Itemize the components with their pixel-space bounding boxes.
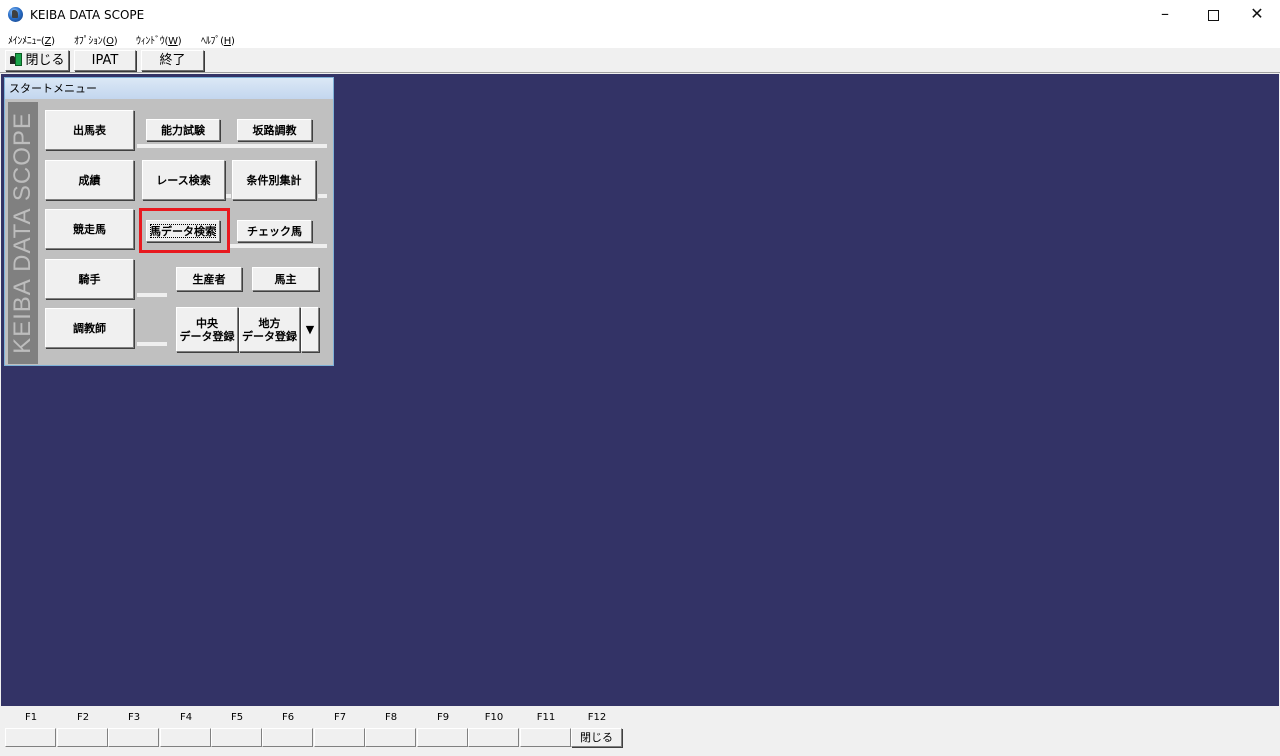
fkey-button[interactable] <box>262 728 313 747</box>
check-uma-button[interactable]: チェック馬 <box>237 220 312 242</box>
chiho-data-toroku-button[interactable]: 地方 データ登録 <box>239 307 300 352</box>
title-bar: KEIBA DATA SCOPE – ✕ <box>0 0 1280 30</box>
row-divider <box>230 244 327 248</box>
close-toolbar-button[interactable]: 閉じる <box>5 50 69 71</box>
menu-options-label: ｵﾌﾟｼｮﾝ( <box>74 36 107 47</box>
close-toolbar-label: 閉じる <box>25 53 65 68</box>
minimize-button[interactable]: – <box>1142 0 1188 30</box>
fkey-f6: F6 <box>262 706 314 756</box>
dropdown-arrow-button[interactable]: ▼ <box>301 307 319 352</box>
fkey-button[interactable] <box>57 728 108 747</box>
menu-help-paren: ) <box>230 36 235 47</box>
fkey-f10: F10 <box>468 706 520 756</box>
seiseki-button[interactable]: 成績 <box>45 160 134 200</box>
chiho-line1: 地方 <box>258 316 281 330</box>
row-divider <box>226 194 231 198</box>
menu-window[interactable]: ｳｨﾝﾄﾞｳ(W) <box>136 32 182 47</box>
fkey-f7: F7 <box>314 706 366 756</box>
function-key-bar: F1 F2 F3 F4 F5 F6 F7 F8 F9 F10 F11 F12 閉じ… <box>0 706 1280 756</box>
fkey-button[interactable] <box>314 728 365 747</box>
seisansha-button[interactable]: 生産者 <box>176 267 242 291</box>
ipat-button[interactable]: IPAT <box>74 50 136 71</box>
race-search-button[interactable]: レース検索 <box>142 160 225 200</box>
start-menu-title[interactable]: スタートメニュー <box>5 78 333 99</box>
row-divider <box>137 293 167 297</box>
kishu-button[interactable]: 騎手 <box>45 259 134 299</box>
fkey-label: F12 <box>587 712 607 723</box>
menu-options-paren: ) <box>113 36 118 47</box>
fkey-close-button[interactable]: 閉じる <box>571 728 622 747</box>
menu-main-label: ﾒｲﾝﾒﾆｭｰ( <box>8 36 45 47</box>
fkey-f9: F9 <box>417 706 469 756</box>
menu-main[interactable]: ﾒｲﾝﾒﾆｭｰ(Z) <box>8 32 55 47</box>
window-title: KEIBA DATA SCOPE <box>30 8 145 22</box>
fkey-button[interactable] <box>365 728 416 747</box>
menu-bar: ﾒｲﾝﾒﾆｭｰ(Z) ｵﾌﾟｼｮﾝ(O) ｳｨﾝﾄﾞｳ(W) ﾍﾙﾌﾟ(H) <box>0 30 1280 48</box>
exit-button[interactable]: 終了 <box>141 50 204 71</box>
chiho-line2: データ登録 <box>242 329 297 343</box>
maximize-button[interactable] <box>1190 0 1236 30</box>
row-divider <box>137 144 327 148</box>
fkey-f11: F11 <box>520 706 572 756</box>
fkey-f3: F3 <box>108 706 160 756</box>
app-logo-icon <box>8 7 23 22</box>
brand-vertical-text: KEIBA DATA SCOPE <box>9 112 36 354</box>
menu-window-accel: W <box>168 36 178 47</box>
banushi-button[interactable]: 馬主 <box>252 267 319 291</box>
menu-options[interactable]: ｵﾌﾟｼｮﾝ(O) <box>74 32 118 47</box>
fkey-f8: F8 <box>365 706 417 756</box>
fkey-button[interactable] <box>211 728 262 747</box>
fkey-button[interactable] <box>108 728 159 747</box>
chuo-data-toroku-button[interactable]: 中央 データ登録 <box>176 307 238 352</box>
fkey-button[interactable] <box>417 728 468 747</box>
hanro-chokyo-button[interactable]: 坂路調教 <box>237 119 312 141</box>
fkey-label: F1 <box>24 712 38 723</box>
fkey-button[interactable] <box>468 728 519 747</box>
menu-window-label: ｳｨﾝﾄﾞｳ( <box>136 36 169 47</box>
menu-main-paren: ) <box>51 36 55 47</box>
menu-window-paren: ) <box>177 36 182 47</box>
fkey-label: F4 <box>179 712 193 723</box>
exit-door-icon <box>9 53 23 66</box>
fkey-label: F7 <box>333 712 347 723</box>
menu-help-accel: H <box>223 36 232 47</box>
fkey-button[interactable] <box>5 728 56 747</box>
fkey-label: F8 <box>384 712 398 723</box>
fkey-button[interactable] <box>520 728 571 747</box>
fkey-button[interactable] <box>160 728 211 747</box>
kyosoba-button[interactable]: 競走馬 <box>45 209 134 249</box>
menu-help-label: ﾍﾙﾌﾟ( <box>201 36 224 47</box>
shutsuba-button[interactable]: 出馬表 <box>45 110 134 150</box>
menu-options-accel: O <box>106 36 114 47</box>
fkey-label: F11 <box>536 712 556 723</box>
toolbar: 閉じる IPAT 終了 <box>0 48 1280 73</box>
fkey-label: F5 <box>230 712 244 723</box>
fkey-label: F3 <box>127 712 141 723</box>
fkey-label: F9 <box>436 712 450 723</box>
fkey-f2: F2 <box>57 706 109 756</box>
row-divider <box>137 342 167 346</box>
brand-strip: KEIBA DATA SCOPE <box>8 102 38 364</box>
fkey-f5: F5 <box>211 706 263 756</box>
fkey-f4: F4 <box>160 706 212 756</box>
row-divider <box>318 194 327 198</box>
fkey-label: F2 <box>76 712 90 723</box>
fkey-label: F10 <box>484 712 504 723</box>
close-window-button[interactable]: ✕ <box>1234 0 1280 30</box>
chuo-line1: 中央 <box>196 316 218 330</box>
fkey-label: F6 <box>281 712 295 723</box>
noryoku-shiken-button[interactable]: 能力試験 <box>146 119 220 141</box>
chuo-line2: データ登録 <box>179 329 235 343</box>
fkey-f1: F1 <box>5 706 57 756</box>
chokyoshi-button[interactable]: 調教師 <box>45 308 134 348</box>
fkey-f12: F12 閉じる <box>571 706 623 756</box>
joken-shukei-button[interactable]: 条件別集計 <box>232 160 316 200</box>
highlight-box <box>139 208 230 253</box>
maximize-icon <box>1207 10 1219 21</box>
menu-help[interactable]: ﾍﾙﾌﾟ(H) <box>201 32 235 47</box>
